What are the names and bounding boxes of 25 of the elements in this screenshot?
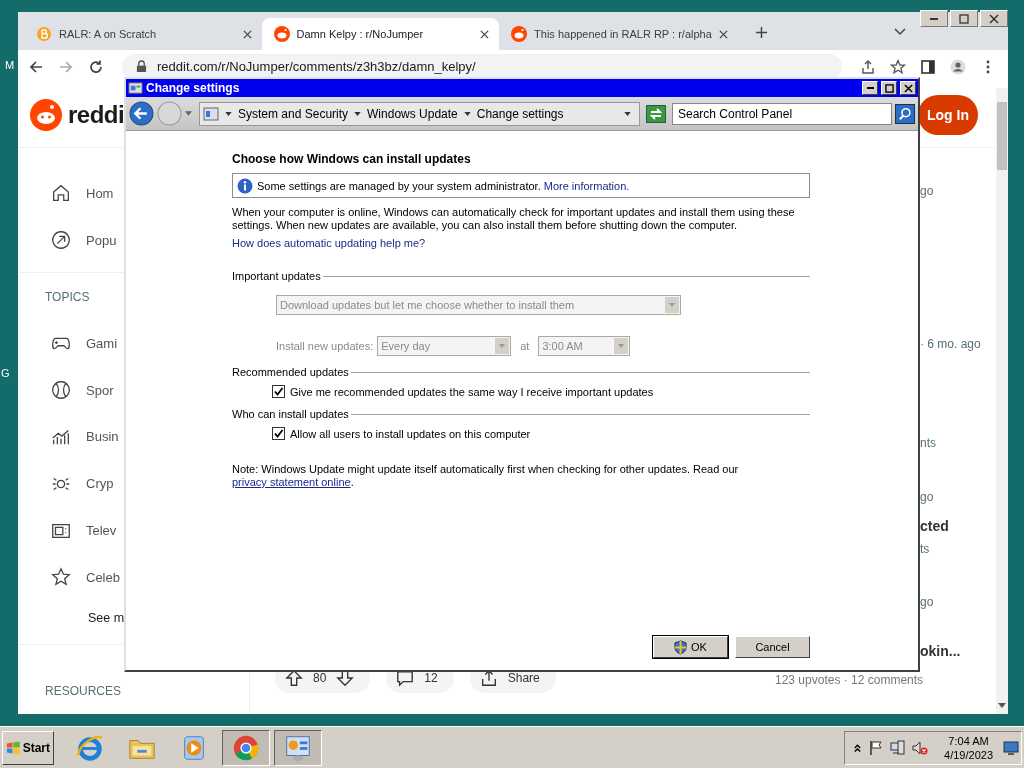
- post-meta: go: [920, 594, 934, 610]
- post-title: okin...: [920, 643, 961, 659]
- checkbox-label: Allow all users to install updates on this computer: [290, 427, 531, 440]
- section-heading: TOPICS: [44, 289, 91, 307]
- description-text: When your computer is online, Windows can automatically check for important updates and install them using these settings. When new updates are available, you can also install them before shutting down the computer.: [232, 206, 796, 232]
- post-meta: · 6 mo. ago: [920, 336, 981, 352]
- group-title: Recommended updates: [232, 365, 349, 379]
- group-title: Important updates: [232, 269, 321, 283]
- post-meta: go: [920, 489, 934, 505]
- post-meta: go: [920, 183, 934, 199]
- field-label: Install new updates:: [276, 340, 374, 352]
- post-title: cted: [920, 518, 949, 534]
- logo-text: reddi: [68, 101, 125, 129]
- info-text: Some settings are managed by your system administrator. More information.: [257, 179, 630, 192]
- checkbox-label: Give me recommended updates the same way I receive important updates: [290, 385, 654, 398]
- post-meta: ts: [920, 541, 930, 557]
- post-meta: nts: [920, 435, 936, 451]
- section-heading: RESOURCES: [44, 683, 122, 701]
- vote-count: 80: [313, 671, 327, 685]
- note-text: Note: Windows Update might update itself automatically first when checking for other updates. Read our privacy statement online.: [232, 463, 740, 489]
- group-title: Who can install updates: [232, 407, 349, 421]
- heading: Choose how Windows can install updates: [232, 152, 472, 166]
- post-meta: 123 upvotes · 12 comments: [775, 672, 924, 688]
- field-label: at: [520, 340, 530, 352]
- window-title: Change settings: [146, 81, 240, 95]
